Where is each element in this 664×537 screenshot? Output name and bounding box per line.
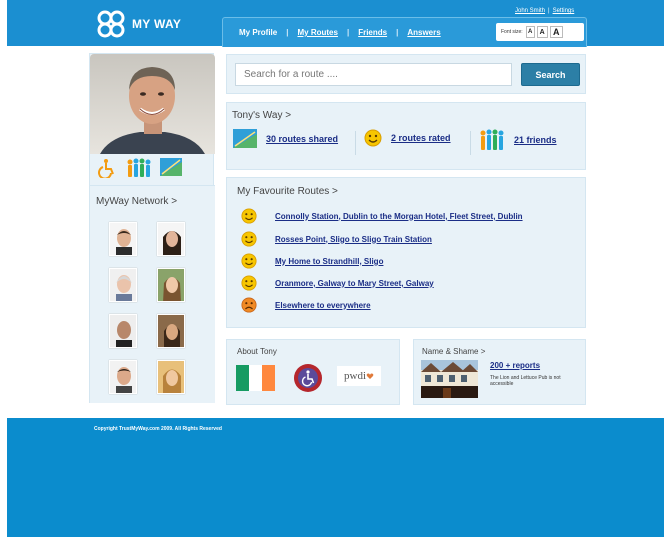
friends-link[interactable]: 21 friends — [514, 135, 557, 145]
map-icon[interactable] — [160, 158, 182, 176]
irish-flag-icon — [236, 365, 275, 391]
favourite-route-item: My Home to Strandhill, Sligo — [241, 253, 383, 269]
copyright-text: Copyright TrustMyWay.com 2009. All Right… — [94, 426, 222, 432]
favourite-route-link[interactable]: Elsewhere to everywhere — [275, 301, 371, 310]
user-links: John Smith | Settings — [515, 8, 574, 14]
about-title: About Tony — [237, 347, 277, 356]
wheelchair-icon[interactable] — [98, 158, 118, 178]
network-avatar[interactable] — [157, 222, 185, 256]
tonys-way-title[interactable]: Tony's Way > — [232, 110, 291, 121]
network-panel: MyWay Network > — [90, 185, 215, 403]
nav-friends[interactable]: Friends — [358, 28, 387, 37]
network-title[interactable]: MyWay Network > — [96, 196, 177, 207]
search-button[interactable]: Search — [521, 63, 580, 86]
network-avatar[interactable] — [109, 222, 137, 256]
logo-text: MY WAY — [132, 17, 182, 31]
reports-link[interactable]: 200 + reports — [490, 361, 540, 370]
people-icon — [480, 129, 504, 150]
user-links-separator: | — [548, 8, 550, 14]
smiley-icon — [241, 253, 257, 269]
network-avatar[interactable] — [157, 314, 185, 348]
network-avatar[interactable] — [109, 314, 137, 348]
smiley-icon — [241, 231, 257, 247]
routes-shared-stat: 30 routes shared — [233, 129, 338, 148]
favourite-route-item: Elsewhere to everywhere — [241, 297, 371, 313]
profile-photo[interactable] — [90, 54, 215, 154]
favourite-routes-title[interactable]: My Favourite Routes > — [237, 186, 338, 197]
routes-rated-link[interactable]: 2 routes rated — [391, 133, 451, 143]
user-name-link[interactable]: John Smith — [515, 8, 545, 14]
friends-stat: 21 friends — [479, 129, 557, 151]
font-size-label: Font size: — [501, 29, 523, 35]
smiley-icon — [241, 208, 257, 224]
footer: Copyright TrustMyWay.com 2009. All Right… — [7, 418, 664, 537]
people-icon[interactable] — [126, 158, 152, 178]
favourite-route-item: Oranmore, Galway to Mary Street, Galway — [241, 275, 434, 291]
name-shame-title[interactable]: Name & Shame > — [422, 347, 485, 356]
profile-icons — [98, 158, 182, 178]
network-avatar[interactable] — [157, 268, 185, 302]
favourite-route-link[interactable]: Connolly Station, Dublin to the Morgan H… — [275, 212, 523, 221]
main-nav: My Profile | My Routes | Friends | Answe… — [222, 17, 587, 47]
routes-shared-link[interactable]: 30 routes shared — [266, 134, 338, 144]
left-sidebar: MyWay Network > — [89, 53, 215, 403]
network-avatar[interactable] — [157, 360, 185, 394]
favourite-routes-panel: My Favourite Routes > Connolly Station, … — [226, 177, 586, 328]
pub-photo[interactable] — [421, 360, 478, 398]
logo-icon — [97, 10, 125, 38]
stat-divider — [355, 131, 356, 155]
nav-my-routes[interactable]: My Routes — [297, 28, 337, 37]
favourite-route-link[interactable]: My Home to Strandhill, Sligo — [275, 257, 383, 266]
stat-divider — [470, 131, 471, 155]
name-shame-description: The Lion and Lettuce Pub is not accessib… — [490, 375, 561, 388]
search-panel: Search — [226, 54, 586, 94]
heart-icon — [366, 373, 374, 379]
font-size-control: Font size: A A A — [496, 23, 584, 41]
favourite-route-item: Connolly Station, Dublin to the Morgan H… — [241, 208, 523, 224]
nav-separator: | — [286, 28, 289, 37]
settings-link[interactable]: Settings — [553, 8, 575, 14]
pwdi-logo-text: pwdi — [344, 370, 366, 382]
routes-rated-stat: 2 routes rated — [364, 129, 451, 147]
smiley-icon — [364, 129, 382, 147]
about-panel: About Tony pwdi — [226, 339, 400, 405]
logo[interactable]: MY WAY — [96, 10, 181, 38]
smiley-icon — [241, 275, 257, 291]
font-size-medium-button[interactable]: A — [536, 26, 548, 38]
pwdi-logo[interactable]: pwdi — [337, 366, 381, 386]
favourite-route-item: Rosses Point, Sligo to Sligo Train Stati… — [241, 231, 432, 247]
favourite-route-link[interactable]: Rosses Point, Sligo to Sligo Train Stati… — [275, 235, 432, 244]
font-size-large-button[interactable]: A — [549, 26, 563, 38]
sad-face-icon — [241, 297, 257, 313]
network-avatar[interactable] — [109, 268, 137, 302]
nav-my-profile[interactable]: My Profile — [239, 28, 277, 37]
map-icon — [233, 129, 257, 148]
font-size-small-button[interactable]: A — [525, 26, 535, 38]
accessibility-badge-icon[interactable] — [293, 363, 323, 393]
nav-separator: | — [396, 28, 399, 37]
search-input[interactable] — [235, 63, 512, 86]
nav-answers[interactable]: Answers — [407, 28, 440, 37]
tonys-way-panel: Tony's Way > 30 routes shared 2 routes r… — [226, 102, 586, 170]
nav-separator: | — [346, 28, 350, 37]
network-avatar[interactable] — [109, 360, 137, 394]
favourite-route-link[interactable]: Oranmore, Galway to Mary Street, Galway — [275, 279, 434, 288]
network-grid — [109, 222, 185, 394]
name-shame-panel: Name & Shame > 200 + reports The Lion an… — [413, 339, 586, 405]
